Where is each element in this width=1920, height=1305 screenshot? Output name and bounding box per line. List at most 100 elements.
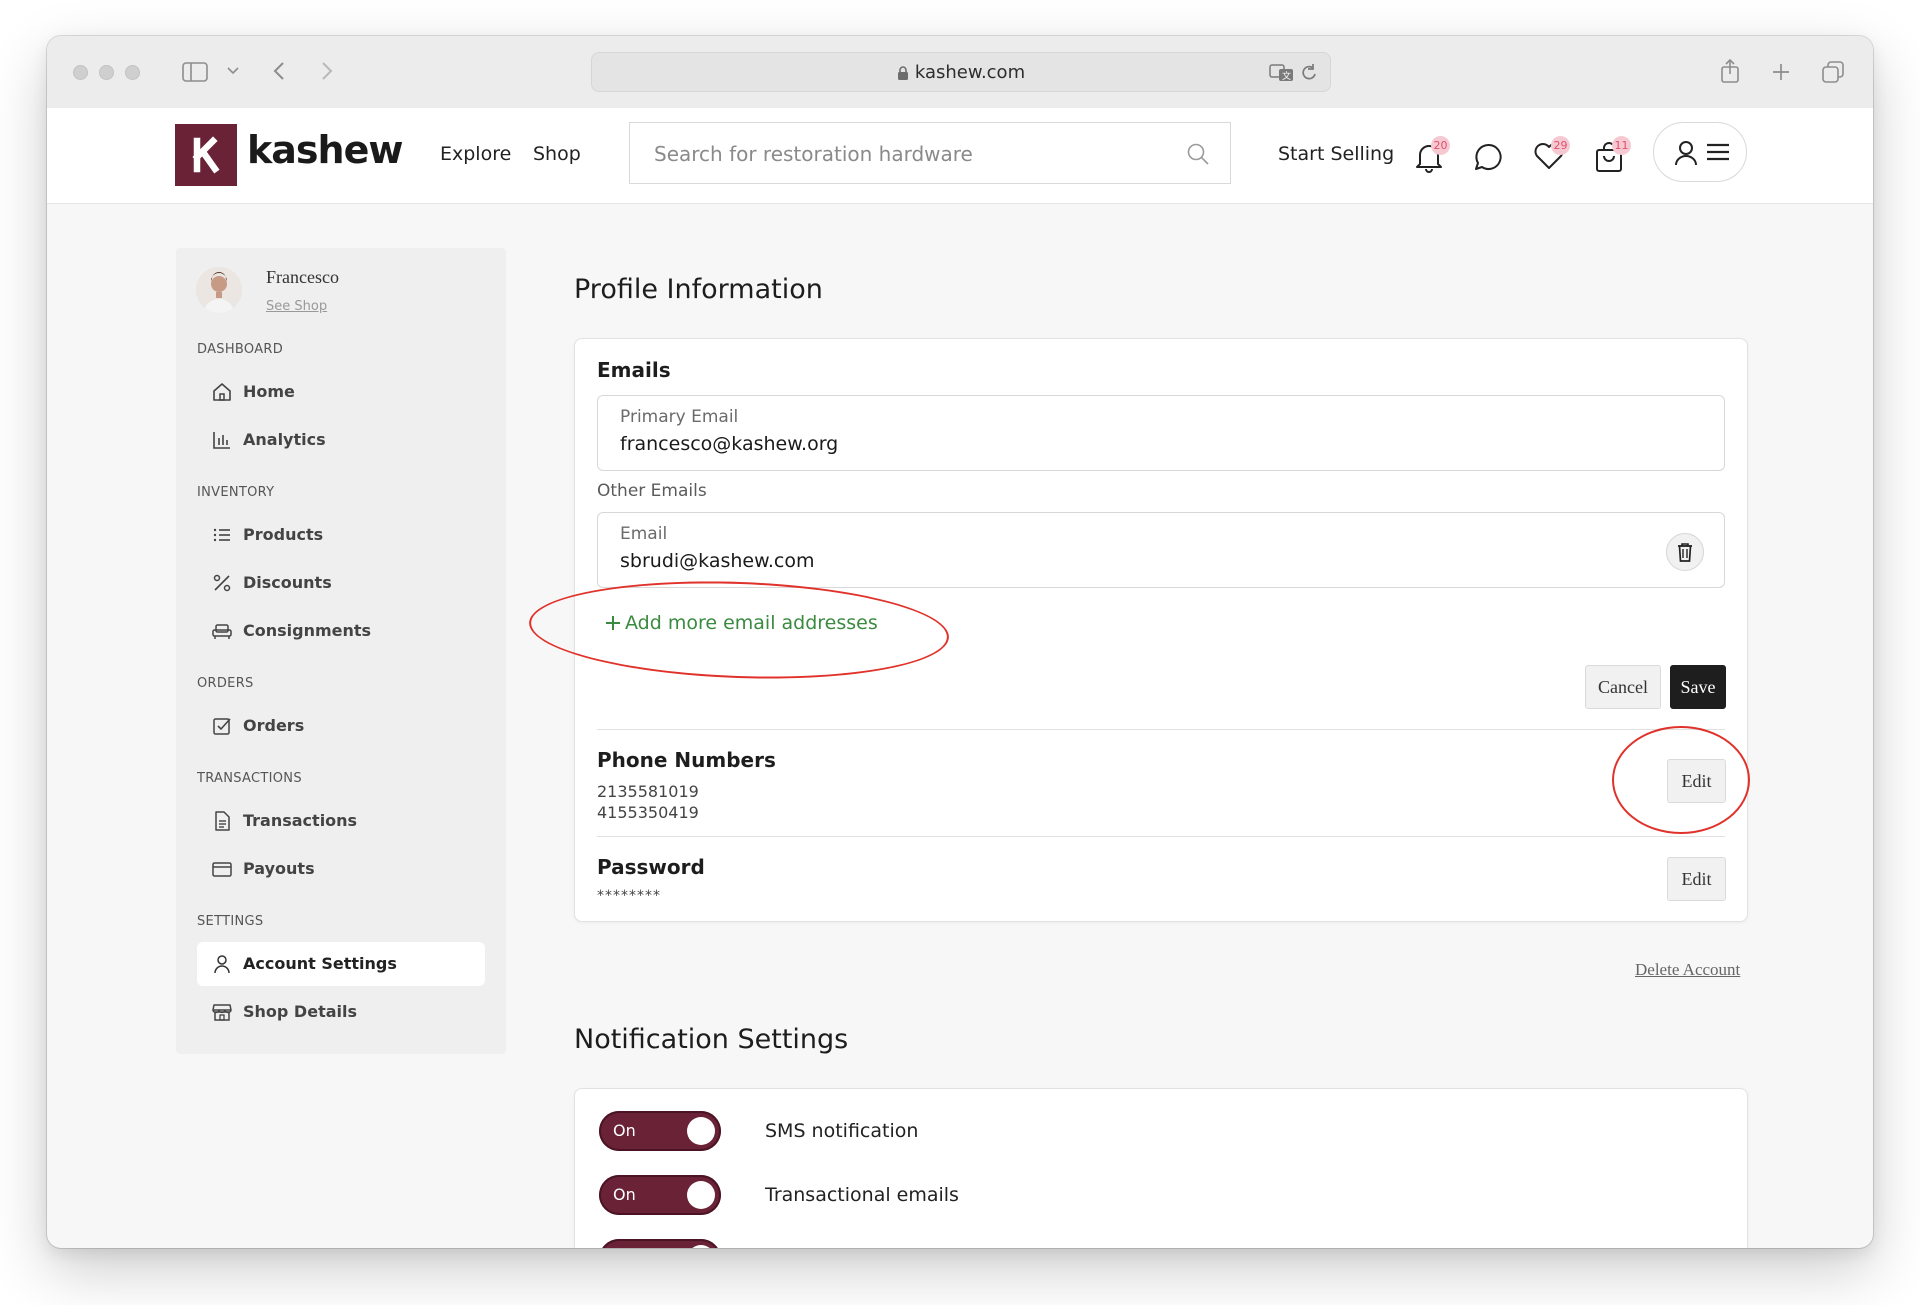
other-email-field[interactable]: Email sbrudi@kashew.com — [597, 512, 1725, 588]
sidebar-item-orders[interactable]: Orders — [197, 704, 485, 748]
sidebar-item-label: Account Settings — [243, 954, 397, 973]
sidebar-item-discounts[interactable]: Discounts — [197, 561, 485, 605]
search-box — [629, 122, 1231, 184]
reload-icon[interactable] — [1300, 63, 1318, 83]
nav-shop[interactable]: Shop — [533, 143, 581, 165]
new-tab-icon[interactable] — [1771, 62, 1791, 82]
minimize-window-button[interactable] — [99, 65, 114, 80]
analytics-icon — [212, 430, 232, 450]
sidebar-item-label: Products — [243, 525, 324, 544]
tab-overview-icon[interactable] — [1821, 60, 1845, 84]
sidebar-item-transactions[interactable]: Transactions — [197, 799, 485, 843]
credit-card-icon — [212, 859, 232, 879]
checkbox-icon — [212, 716, 232, 736]
browser-toolbar: kashew.com 文 — [47, 36, 1873, 109]
notification-settings-title: Notification Settings — [574, 1024, 849, 1055]
lock-icon — [897, 65, 909, 81]
toggle-knob — [687, 1117, 715, 1145]
user-icon — [212, 954, 232, 974]
document-icon — [212, 811, 232, 831]
sidebar-section-orders: ORDERS — [197, 676, 254, 691]
primary-email-field[interactable]: Primary Email francesco@kashew.org — [597, 395, 1725, 471]
logo-mark[interactable] — [175, 124, 237, 186]
notification-card: On SMS notification On Transactional ema… — [574, 1088, 1748, 1248]
chevron-down-icon[interactable] — [227, 67, 239, 75]
percent-icon — [212, 573, 232, 593]
other-email-value: sbrudi@kashew.com — [620, 550, 815, 572]
profile-information-title: Profile Information — [574, 274, 823, 305]
user-icon — [1674, 140, 1698, 166]
see-shop-link[interactable]: See Shop — [266, 299, 327, 314]
sidebar-section-inventory: INVENTORY — [197, 485, 275, 500]
notification-toggle[interactable] — [599, 1239, 721, 1248]
notifications-badge: 20 — [1431, 136, 1450, 155]
svg-text:文: 文 — [1282, 70, 1291, 82]
avatar[interactable] — [196, 267, 242, 313]
primary-email-value: francesco@kashew.org — [620, 433, 839, 455]
search-input[interactable] — [652, 139, 1176, 169]
edit-password-button[interactable]: Edit — [1667, 857, 1726, 901]
primary-email-label: Primary Email — [620, 407, 739, 427]
sidebar-item-label: Consignments — [243, 621, 372, 640]
nav-explore[interactable]: Explore — [440, 143, 511, 165]
sidebar-item-analytics[interactable]: Analytics — [197, 418, 485, 462]
dashboard-sidebar: Francesco See Shop DASHBOARD Home Analyt… — [176, 248, 506, 1054]
sidebar-item-label: Home — [243, 382, 295, 401]
address-bar[interactable]: kashew.com 文 — [591, 52, 1331, 92]
sidebar-section-settings: SETTINGS — [197, 914, 264, 929]
sidebar-item-home[interactable]: Home — [197, 370, 485, 414]
favorites-badge: 29 — [1551, 136, 1570, 155]
forward-icon[interactable] — [321, 61, 333, 81]
close-window-button[interactable] — [73, 65, 88, 80]
back-icon[interactable] — [273, 61, 285, 81]
sms-notification-toggle[interactable]: On — [599, 1111, 721, 1151]
sidebar-toggle-icon[interactable] — [182, 62, 208, 82]
sidebar-item-account-settings[interactable]: Account Settings — [197, 942, 485, 986]
start-selling-link[interactable]: Start Selling — [1278, 143, 1394, 165]
sidebar-item-label: Analytics — [243, 430, 326, 449]
search-icon[interactable] — [1186, 142, 1210, 166]
annotation-circle — [1612, 726, 1750, 834]
sidebar-item-payouts[interactable]: Payouts — [197, 847, 485, 891]
sidebar-item-products[interactable]: Products — [197, 513, 485, 557]
emails-title: Emails — [597, 358, 671, 382]
save-button[interactable]: Save — [1670, 665, 1726, 709]
sidebar-item-label: Shop Details — [243, 1002, 357, 1021]
sidebar-section-dashboard: DASHBOARD — [197, 342, 284, 357]
sidebar-user-name: Francesco — [266, 267, 339, 287]
toggle-knob — [687, 1181, 715, 1209]
sidebar-item-consignments[interactable]: Consignments — [197, 609, 485, 653]
password-value: ******** — [597, 888, 661, 904]
menu-icon — [1706, 142, 1730, 162]
divider — [597, 729, 1725, 730]
delete-account-link[interactable]: Delete Account — [1635, 960, 1740, 980]
list-icon — [212, 525, 232, 545]
url-text: kashew.com — [914, 62, 1026, 83]
cart-badge: 11 — [1612, 136, 1631, 155]
store-icon — [212, 1002, 232, 1022]
toggle-state: On — [613, 1121, 636, 1140]
delete-email-button[interactable] — [1666, 533, 1704, 571]
sidebar-section-transactions: TRANSACTIONS — [197, 771, 302, 786]
share-icon[interactable] — [1720, 58, 1740, 84]
sidebar-item-label: Orders — [243, 716, 305, 735]
trash-icon — [1677, 542, 1693, 562]
site-header: kashew Explore Shop Start Selling 20 29 … — [47, 108, 1873, 204]
browser-window: kashew.com 文 kashew Explore Shop Search … — [47, 36, 1873, 1248]
password-title: Password — [597, 855, 705, 879]
phone-number-2: 4155350419 — [597, 803, 699, 822]
logo-text[interactable]: kashew — [247, 128, 403, 172]
cancel-button[interactable]: Cancel — [1585, 665, 1661, 709]
other-email-label: Email — [620, 524, 668, 544]
zoom-window-button[interactable] — [125, 65, 140, 80]
account-menu-button[interactable] — [1653, 122, 1747, 182]
sidebar-item-label: Discounts — [243, 573, 332, 592]
home-icon — [212, 382, 232, 402]
other-emails-label: Other Emails — [597, 481, 707, 501]
toggle-state: On — [613, 1185, 636, 1204]
sidebar-item-shop-details[interactable]: Shop Details — [197, 990, 485, 1034]
chat-icon[interactable] — [1473, 141, 1505, 173]
sofa-icon — [212, 621, 232, 641]
transactional-emails-toggle[interactable]: On — [599, 1175, 721, 1215]
translate-icon[interactable]: 文 — [1269, 63, 1295, 83]
